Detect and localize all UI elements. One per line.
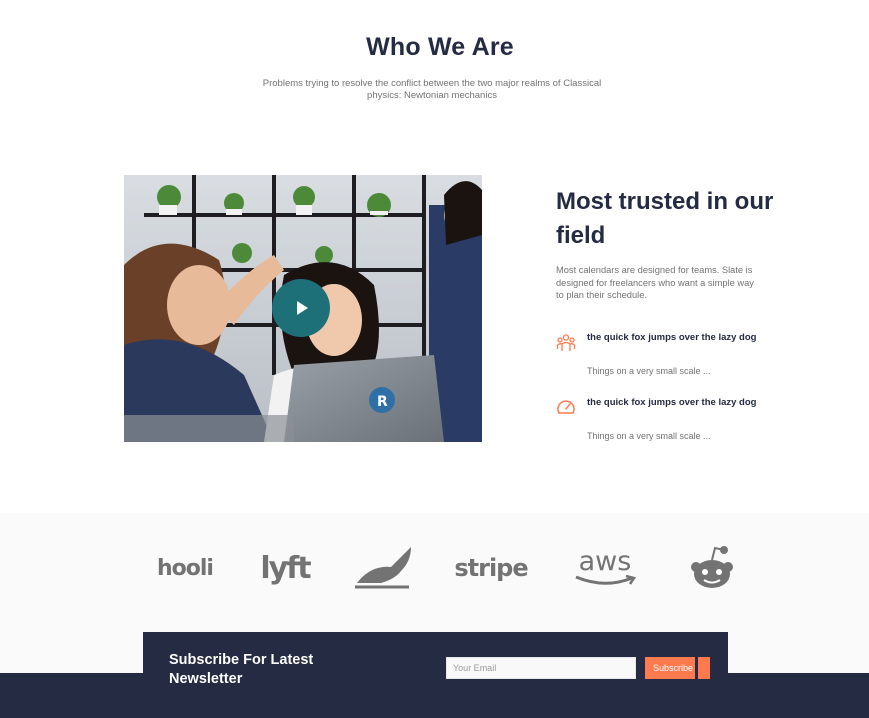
email-input[interactable]: [446, 657, 636, 679]
svg-text:R: R: [377, 394, 388, 410]
lyft-logo: lyft: [260, 550, 311, 586]
section-subtitle: Problems trying to resolve the conflict …: [262, 78, 602, 101]
section-title: Who We Are: [366, 33, 514, 61]
aws-logo: aws: [565, 540, 645, 596]
reddit-icon: [691, 546, 733, 588]
client-logos: hooli lyft stripe aws: [130, 520, 742, 615]
speedometer-icon: [557, 400, 575, 414]
video-thumbnail[interactable]: R: [124, 175, 482, 442]
piedpiper-logo: [348, 540, 420, 596]
feature-item: the quick fox jumps over the lazy dog Th…: [556, 396, 766, 446]
newsletter-banner: Subscribe For Latest Newsletter Subscrib…: [143, 632, 728, 698]
piedpiper-icon: [355, 547, 411, 589]
subscribe-button-edge[interactable]: [698, 657, 710, 679]
reddit-logo: [682, 540, 742, 596]
feature-title: the quick fox jumps over the lazy dog: [587, 332, 757, 343]
stripe-logo: stripe: [454, 554, 528, 582]
trusted-title: Most trusted in our field: [556, 188, 774, 249]
trusted-block: Most trusted in our field Most calendars…: [545, 185, 775, 302]
feature-title: the quick fox jumps over the lazy dog: [587, 397, 757, 408]
feature-item: the quick fox jumps over the lazy dog Th…: [556, 331, 766, 381]
play-icon: [297, 301, 308, 315]
newsletter-title: Subscribe For Latest Newsletter: [169, 652, 314, 687]
subscribe-button[interactable]: Subscribe: [645, 657, 695, 679]
feature-subtitle: Things on a very small scale ...: [587, 366, 711, 376]
aws-smile-icon: [575, 575, 636, 585]
hooli-logo: hooli: [157, 555, 214, 581]
page: Who We Are Problems trying to resolve th…: [0, 0, 869, 718]
who-we-are-section: Who We Are Problems trying to resolve th…: [132, 25, 752, 135]
team-icon: [556, 334, 576, 351]
trusted-description: Most calendars are designed for teams. S…: [556, 265, 754, 300]
play-button[interactable]: [272, 279, 330, 337]
feature-subtitle: Things on a very small scale ...: [587, 431, 711, 441]
